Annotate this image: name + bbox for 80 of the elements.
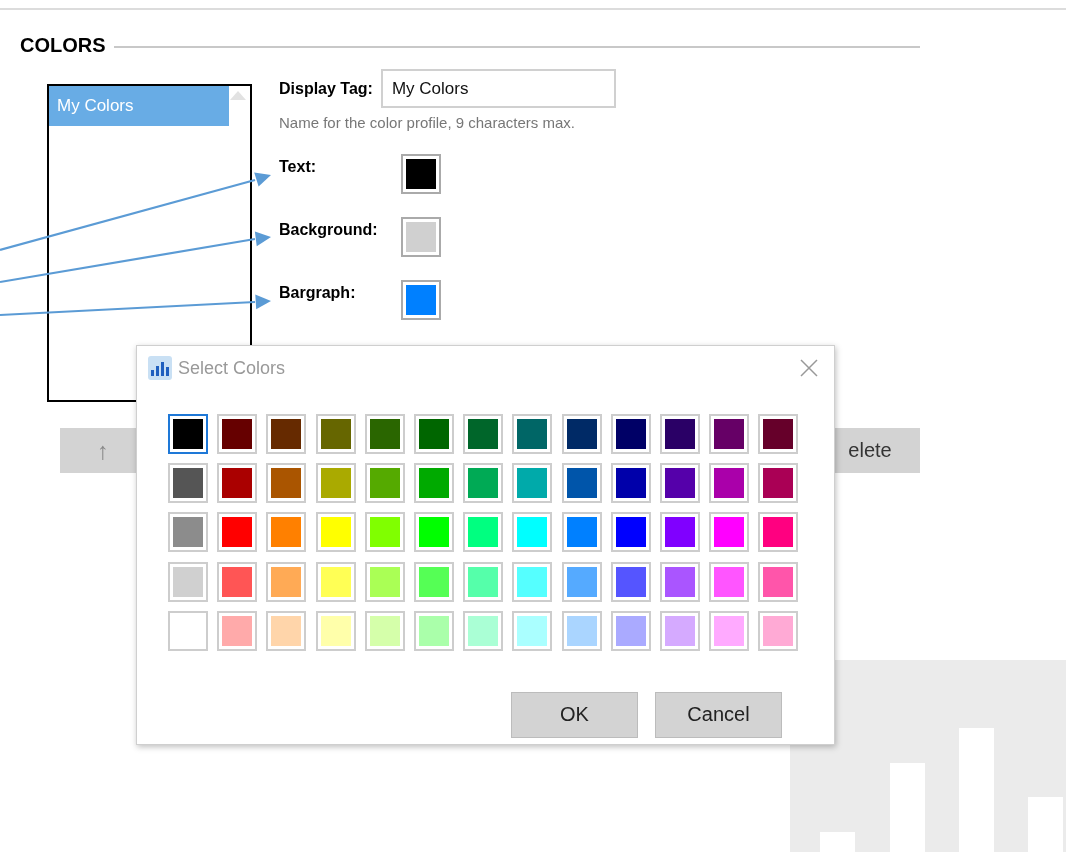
color-swatch[interactable] <box>413 610 454 651</box>
color-swatch[interactable] <box>364 512 405 553</box>
color-swatch[interactable] <box>413 463 454 504</box>
color-swatch[interactable] <box>512 561 553 602</box>
color-swatch[interactable] <box>758 463 799 504</box>
color-swatch[interactable] <box>401 217 441 257</box>
color-swatch[interactable] <box>168 463 208 504</box>
color-swatch[interactable] <box>266 414 307 454</box>
color-swatch[interactable] <box>512 512 553 553</box>
color-swatch[interactable] <box>217 561 258 602</box>
bar-chart-icon <box>148 356 172 380</box>
color-swatch[interactable] <box>512 463 553 504</box>
dialog-title: Select Colors <box>178 357 287 379</box>
color-swatch[interactable] <box>315 512 356 553</box>
color-swatch[interactable] <box>463 610 504 651</box>
color-swatch[interactable] <box>561 463 602 504</box>
color-swatch[interactable] <box>709 561 750 602</box>
color-swatch[interactable] <box>659 463 700 504</box>
display-tag-field[interactable]: My Colors <box>380 69 616 108</box>
color-swatch[interactable] <box>758 610 799 651</box>
color-swatch[interactable] <box>315 463 356 504</box>
color-swatch[interactable] <box>610 463 651 504</box>
color-swatch[interactable] <box>758 561 799 602</box>
color-swatch[interactable] <box>709 414 750 454</box>
color-swatch[interactable] <box>401 280 441 320</box>
color-swatch[interactable] <box>217 512 258 553</box>
close-icon[interactable] <box>800 359 818 377</box>
color-swatch[interactable] <box>266 512 307 553</box>
color-swatch[interactable] <box>561 512 602 553</box>
color-swatch[interactable] <box>610 512 651 553</box>
color-swatch[interactable] <box>364 414 405 454</box>
color-swatch[interactable] <box>315 610 356 651</box>
color-swatch[interactable] <box>561 610 602 651</box>
color-swatch[interactable] <box>413 561 454 602</box>
color-swatch[interactable] <box>463 512 504 553</box>
color-swatch[interactable] <box>610 414 651 454</box>
color-swatch[interactable] <box>561 561 602 602</box>
color-swatch[interactable] <box>364 610 405 651</box>
color-swatch[interactable] <box>168 414 208 454</box>
color-swatch[interactable] <box>610 561 651 602</box>
color-swatch[interactable] <box>709 512 750 553</box>
color-swatch[interactable] <box>401 154 441 194</box>
color-label: Background: <box>279 220 379 239</box>
color-swatch[interactable] <box>315 414 356 454</box>
color-swatch[interactable] <box>413 512 454 553</box>
color-swatch[interactable] <box>463 463 504 504</box>
color-swatch[interactable] <box>413 414 454 454</box>
color-swatch[interactable] <box>659 414 700 454</box>
color-swatch[interactable] <box>315 561 356 602</box>
color-swatch[interactable] <box>659 610 700 651</box>
color-swatch[interactable] <box>364 561 405 602</box>
color-swatch[interactable] <box>266 463 307 504</box>
color-swatch[interactable] <box>217 463 258 504</box>
color-swatch[interactable] <box>266 561 307 602</box>
color-swatch[interactable] <box>758 414 799 454</box>
color-swatch[interactable] <box>512 414 553 454</box>
field-label: Display Tag: <box>279 79 373 98</box>
ok-button[interactable]: OK <box>511 691 638 738</box>
color-swatch[interactable] <box>659 561 700 602</box>
section-title: COLORS <box>20 34 106 57</box>
hint-text: Name for the color profile, 9 characters max. <box>279 114 576 131</box>
color-swatch[interactable] <box>168 561 208 602</box>
color-swatch[interactable] <box>709 610 750 651</box>
color-swatch[interactable] <box>659 512 700 553</box>
color-swatch[interactable] <box>561 414 602 454</box>
color-swatch[interactable] <box>709 463 750 504</box>
cancel-button[interactable]: Cancel <box>655 691 782 738</box>
color-swatch[interactable] <box>463 561 504 602</box>
color-swatch[interactable] <box>758 512 799 553</box>
color-swatch[interactable] <box>168 512 208 553</box>
color-swatch[interactable] <box>463 414 504 454</box>
color-swatch[interactable] <box>168 610 208 651</box>
color-swatch[interactable] <box>610 610 651 651</box>
color-label: Bargraph: <box>279 283 357 302</box>
color-swatch[interactable] <box>217 610 258 651</box>
color-swatch[interactable] <box>512 610 553 651</box>
color-swatch[interactable] <box>364 463 405 504</box>
color-swatch[interactable] <box>266 610 307 651</box>
color-swatch[interactable] <box>217 414 258 454</box>
color-label: Text: <box>279 157 318 176</box>
